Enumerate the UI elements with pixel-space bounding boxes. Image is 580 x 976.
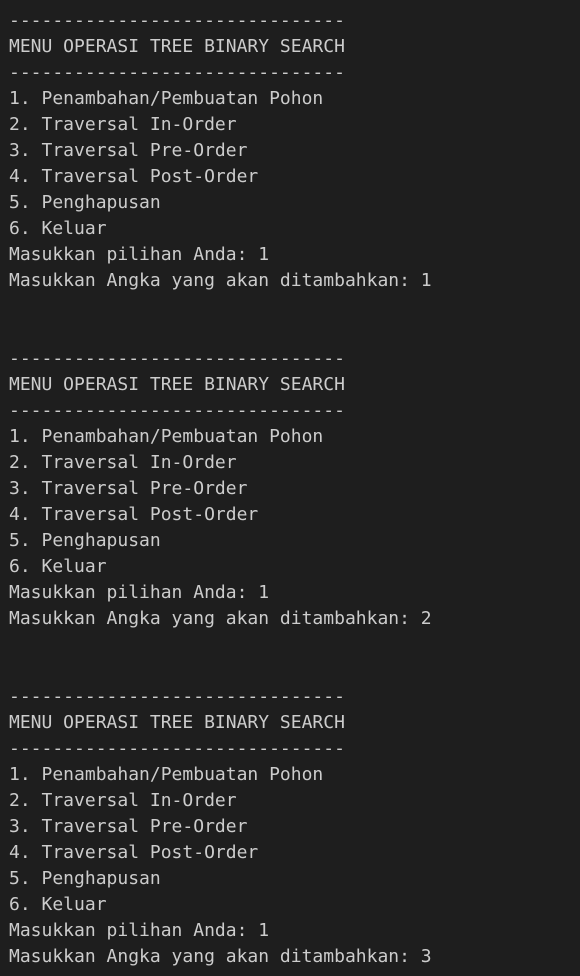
separator-line: ------------------------------- xyxy=(9,400,345,421)
menu-title: MENU OPERASI TREE BINARY SEARCH xyxy=(9,712,345,733)
menu-option-1: 1. Penambahan/Pembuatan Pohon xyxy=(9,426,324,447)
menu-option-4: 4. Traversal Post-Order xyxy=(9,842,259,863)
terminal-output[interactable]: ------------------------------- MENU OPE… xyxy=(0,0,580,976)
menu-title: MENU OPERASI TREE BINARY SEARCH xyxy=(9,374,345,395)
menu-option-6: 6. Keluar xyxy=(9,556,107,577)
separator-line: ------------------------------- xyxy=(9,738,345,759)
separator-line: ------------------------------- xyxy=(9,348,345,369)
menu-option-1: 1. Penambahan/Pembuatan Pohon xyxy=(9,764,324,785)
menu-option-2: 2. Traversal In-Order xyxy=(9,452,237,473)
choice-prompt: Masukkan pilihan Anda: 1 xyxy=(9,582,270,603)
separator-line: ------------------------------- xyxy=(9,10,345,31)
menu-option-2: 2. Traversal In-Order xyxy=(9,114,237,135)
menu-block-3: ------------------------------- MENU OPE… xyxy=(9,684,580,970)
menu-title: MENU OPERASI TREE BINARY SEARCH xyxy=(9,36,345,57)
menu-block-1: ------------------------------- MENU OPE… xyxy=(9,8,580,294)
menu-option-5: 5. Penghapusan xyxy=(9,530,161,551)
separator-line: ------------------------------- xyxy=(9,686,345,707)
number-prompt: Masukkan Angka yang akan ditambahkan: 2 xyxy=(9,608,432,629)
menu-option-2: 2. Traversal In-Order xyxy=(9,790,237,811)
menu-option-4: 4. Traversal Post-Order xyxy=(9,166,259,187)
menu-option-1: 1. Penambahan/Pembuatan Pohon xyxy=(9,88,324,109)
menu-option-6: 6. Keluar xyxy=(9,218,107,239)
menu-option-4: 4. Traversal Post-Order xyxy=(9,504,259,525)
menu-option-3: 3. Traversal Pre-Order xyxy=(9,140,248,161)
separator-line: ------------------------------- xyxy=(9,62,345,83)
menu-option-5: 5. Penghapusan xyxy=(9,868,161,889)
menu-option-3: 3. Traversal Pre-Order xyxy=(9,816,248,837)
choice-prompt: Masukkan pilihan Anda: 1 xyxy=(9,244,270,265)
menu-option-6: 6. Keluar xyxy=(9,894,107,915)
menu-block-2: ------------------------------- MENU OPE… xyxy=(9,346,580,632)
number-prompt: Masukkan Angka yang akan ditambahkan: 1 xyxy=(9,270,432,291)
choice-prompt: Masukkan pilihan Anda: 1 xyxy=(9,920,270,941)
menu-option-3: 3. Traversal Pre-Order xyxy=(9,478,248,499)
number-prompt: Masukkan Angka yang akan ditambahkan: 3 xyxy=(9,946,432,967)
menu-option-5: 5. Penghapusan xyxy=(9,192,161,213)
